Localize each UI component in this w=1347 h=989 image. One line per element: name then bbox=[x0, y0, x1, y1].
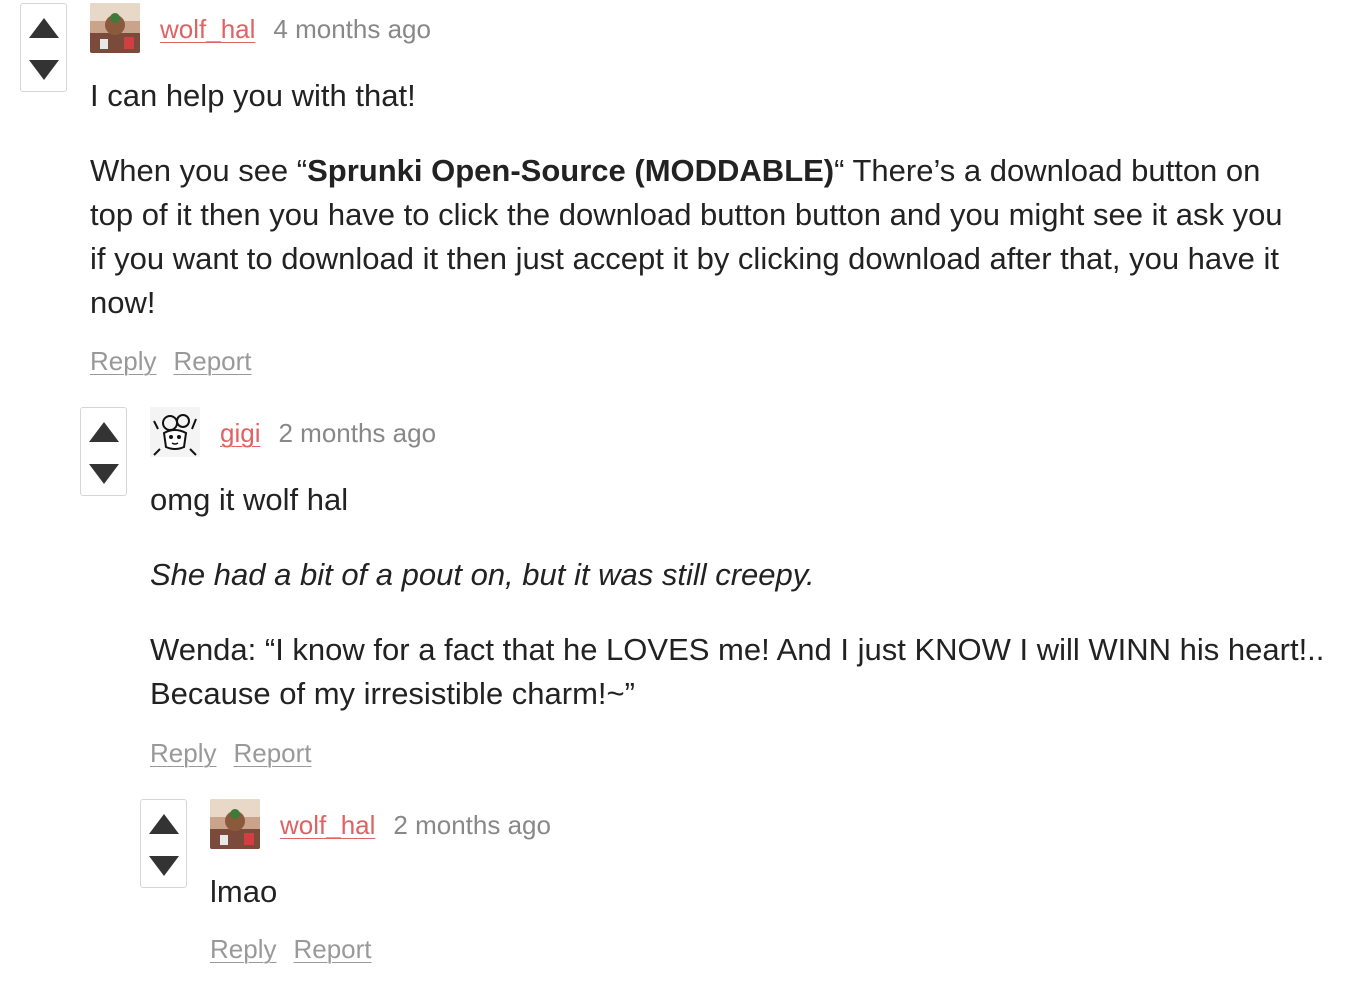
avatar[interactable] bbox=[90, 3, 140, 53]
downvote-icon[interactable] bbox=[148, 853, 180, 879]
comment: gigi 2 months ago omg it wolf hal She had… bbox=[80, 407, 1347, 777]
report-link[interactable]: Report bbox=[173, 346, 251, 376]
comment-paragraph: She had a bit of a pout on, but it was s… bbox=[150, 553, 1347, 597]
timestamp: 4 months ago bbox=[273, 14, 431, 44]
comment-body: omg it wolf hal She had a bit of a pout … bbox=[150, 478, 1347, 716]
upvote-icon[interactable] bbox=[28, 15, 60, 41]
comment-actions: Reply Report bbox=[210, 934, 389, 964]
comment: wolf_hal 4 months ago I can help you with… bbox=[20, 3, 1320, 383]
comment-meta: wolf_hal 4 months ago bbox=[160, 14, 431, 44]
comment-body: lmao bbox=[210, 870, 1310, 914]
comment-actions: Reply Report bbox=[90, 346, 269, 376]
comment-paragraph: omg it wolf hal bbox=[150, 482, 349, 517]
comment-body: I can help you with that! When you see “… bbox=[90, 74, 1290, 325]
comment-paragraph: Wenda: “I know for a fact that he LOVES … bbox=[150, 632, 1325, 711]
comment-paragraph: lmao bbox=[210, 874, 278, 909]
vote-widget bbox=[80, 407, 127, 496]
upvote-icon[interactable] bbox=[88, 419, 120, 445]
bold-text: Sprunki Open-Source (MODDABLE) bbox=[307, 153, 835, 188]
comment-actions: Reply Report bbox=[150, 738, 329, 768]
timestamp: 2 months ago bbox=[278, 418, 437, 448]
reply-link[interactable]: Reply bbox=[210, 934, 276, 964]
username-link[interactable]: wolf_hal bbox=[160, 14, 255, 44]
reply-link[interactable]: Reply bbox=[150, 738, 216, 768]
vote-widget bbox=[140, 799, 187, 888]
italic-text: She had a bit of a pout on, but it was s… bbox=[150, 557, 815, 592]
report-link[interactable]: Report bbox=[233, 738, 311, 768]
avatar[interactable] bbox=[150, 407, 200, 457]
reply-link[interactable]: Reply bbox=[90, 346, 156, 376]
vote-widget bbox=[20, 3, 67, 92]
comment-paragraph: I can help you with that! bbox=[90, 78, 416, 113]
username-link[interactable]: gigi bbox=[220, 418, 260, 448]
comment-meta: wolf_hal 2 months ago bbox=[280, 810, 551, 840]
report-link[interactable]: Report bbox=[293, 934, 371, 964]
comment: wolf_hal 2 months ago lmao Reply Report bbox=[140, 799, 1340, 979]
upvote-icon[interactable] bbox=[148, 811, 180, 837]
comment-meta: gigi 2 months ago bbox=[220, 418, 436, 448]
username-link[interactable]: wolf_hal bbox=[280, 810, 375, 840]
comment-paragraph: When you see “Sprunki Open-Source (MODDA… bbox=[90, 153, 1283, 320]
downvote-icon[interactable] bbox=[28, 57, 60, 83]
avatar[interactable] bbox=[210, 799, 260, 849]
downvote-icon[interactable] bbox=[88, 461, 120, 487]
timestamp: 2 months ago bbox=[393, 810, 551, 840]
